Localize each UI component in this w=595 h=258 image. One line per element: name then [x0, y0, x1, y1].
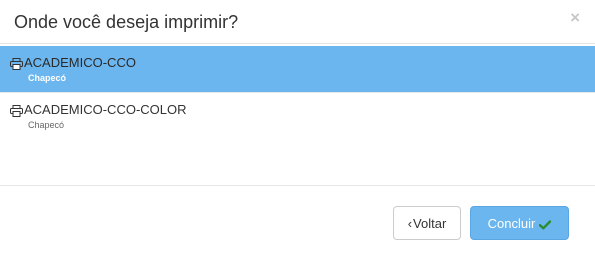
back-button-label: Voltar — [413, 215, 447, 231]
finish-button[interactable]: Concluir — [470, 206, 569, 240]
printer-icon — [10, 104, 23, 117]
printer-row: ACADEMICO-CCO-COLOR — [10, 102, 187, 117]
close-button[interactable]: × — [570, 8, 580, 28]
footer-divider — [0, 185, 595, 186]
printer-name: ACADEMICO-CCO — [24, 55, 136, 70]
printer-location: Chapecó — [28, 120, 65, 130]
chevron-left-icon: ‹ — [407, 215, 413, 231]
finish-button-label: Concluir — [487, 215, 536, 231]
printer-list: ACADEMICO-CCO Chapecó ACADEMICO-CCO-COLO… — [0, 46, 595, 138]
printer-row: ACADEMICO-CCO — [10, 55, 136, 70]
print-dialog: Onde você deseja imprimir? × ACADEMICO-C… — [0, 0, 595, 258]
printer-name: ACADEMICO-CCO-COLOR — [24, 102, 187, 117]
printer-item-academico-cco-color[interactable]: ACADEMICO-CCO-COLOR Chapecó — [0, 92, 595, 138]
dialog-header: Onde você deseja imprimir? × — [0, 0, 595, 44]
printer-icon — [10, 57, 23, 70]
back-button[interactable]: ‹ Voltar — [393, 206, 461, 240]
printer-location: Chapecó — [28, 73, 67, 83]
dialog-title: Onde você deseja imprimir? — [14, 12, 239, 32]
printer-item-academico-cco[interactable]: ACADEMICO-CCO Chapecó — [0, 46, 595, 92]
check-icon — [539, 218, 552, 230]
